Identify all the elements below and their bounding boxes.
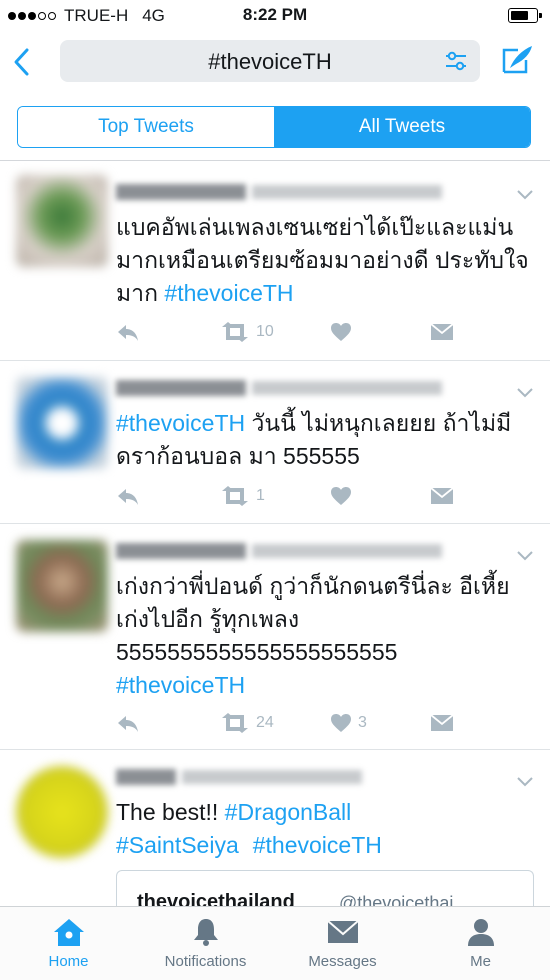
filter-icon[interactable] [444, 50, 468, 72]
like-count: 3 [358, 714, 367, 731]
envelope-icon [326, 920, 359, 943]
tweet-text: The best!! #DragonBall #SaintSeiya #thevoi… [116, 799, 382, 858]
chevron-down-icon[interactable] [516, 387, 534, 399]
reply-button[interactable] [116, 319, 140, 345]
chevron-down-icon[interactable] [516, 550, 534, 562]
hashtag-link[interactable]: #thevoiceTH [116, 672, 245, 698]
clock: 8:22 PM [242, 5, 308, 24]
search-field[interactable]: #thevoiceTH [60, 40, 480, 82]
compose-tweet-button[interactable] [500, 42, 536, 78]
tweet-actions: 1 [116, 483, 536, 509]
hashtag-link[interactable]: #DragonBall [225, 799, 352, 825]
envelope-icon [430, 487, 454, 504]
hashtag-link[interactable]: #SaintSeiya [116, 832, 239, 858]
person-icon [467, 919, 494, 946]
reply-icon [118, 325, 138, 341]
avatar[interactable] [16, 377, 108, 469]
tweet-author[interactable] [116, 540, 442, 562]
battery-icon [508, 8, 542, 23]
tab-me[interactable]: Me [412, 917, 549, 970]
tweet-actions: 24 3 [116, 710, 536, 736]
like-button[interactable]: 3 [330, 710, 367, 736]
avatar[interactable] [16, 175, 108, 267]
direct-message-button[interactable] [430, 319, 454, 345]
bottom-tab-bar: Home Notifications Messages Me [0, 906, 550, 980]
tweet-card[interactable]: #thevoiceTH วันนี้ ไม่หนุกเลยยย ถ้าไม่มี… [0, 361, 550, 524]
tab-all-tweets[interactable]: All Tweets [274, 107, 530, 147]
hashtag-link[interactable]: #thevoiceTH [164, 280, 293, 306]
chevron-down-icon[interactable] [516, 776, 534, 788]
retweet-icon [222, 713, 248, 733]
tweet-actions: 10 [116, 319, 536, 345]
avatar[interactable] [16, 540, 108, 632]
tweet-text: แบคอัพเล่นเพลงเซนเซย่าได้เป๊ะและแม่นมากเ… [116, 214, 529, 306]
retweet-button[interactable]: 24 [220, 710, 274, 736]
heart-icon [331, 323, 351, 341]
compose-icon [502, 46, 532, 74]
retweet-count: 10 [256, 323, 274, 340]
reply-button[interactable] [116, 483, 140, 509]
retweet-icon [222, 322, 248, 342]
tweet-author[interactable] [116, 181, 442, 203]
retweet-count: 1 [256, 487, 265, 504]
envelope-icon [430, 714, 454, 731]
tweet-card[interactable]: แบคอัพเล่นเพลงเซนเซย่าได้เป๊ะและแม่นมากเ… [0, 161, 550, 361]
retweet-button[interactable]: 1 [220, 483, 265, 509]
tweet-card[interactable]: เก่งกว่าพี่ปอนด์ กูว่าก็นักดนตรีนี่ละ อี… [0, 524, 550, 750]
search-query[interactable]: #thevoiceTH [60, 49, 480, 75]
home-icon [53, 919, 84, 946]
like-button[interactable] [330, 319, 358, 345]
bell-icon [193, 919, 218, 946]
tab-messages[interactable]: Messages [274, 917, 411, 970]
reply-icon [118, 489, 138, 505]
chevron-left-icon [14, 48, 29, 76]
status-bar: TRUE-H 4G 8:22 PM [0, 0, 550, 32]
tweet-author[interactable] [116, 377, 442, 399]
chevron-down-icon[interactable] [516, 189, 534, 201]
retweet-count: 24 [256, 714, 274, 731]
tab-notifications-label: Notifications [164, 953, 247, 970]
back-button[interactable] [6, 42, 36, 82]
tab-me-label: Me [470, 953, 491, 970]
envelope-icon [430, 323, 454, 340]
tweet-text: เก่งกว่าพี่ปอนด์ กูว่าก็นักดนตรีนี่ละ อี… [116, 573, 510, 698]
tab-home-label: Home [48, 953, 89, 970]
tweet-author[interactable] [116, 766, 362, 788]
reply-icon [118, 716, 138, 732]
tab-home[interactable]: Home [0, 917, 137, 970]
hashtag-link[interactable]: #thevoiceTH [253, 832, 382, 858]
direct-message-button[interactable] [430, 710, 454, 736]
tweet-filter-segment: Top Tweets All Tweets [17, 106, 531, 148]
direct-message-button[interactable] [430, 483, 454, 509]
tweet-text: #thevoiceTH วันนี้ ไม่หนุกเลยยย ถ้าไม่มี… [116, 410, 512, 469]
tab-notifications[interactable]: Notifications [137, 917, 274, 970]
heart-icon [331, 714, 351, 732]
tab-messages-label: Messages [308, 953, 377, 970]
reply-button[interactable] [116, 710, 140, 736]
heart-icon [331, 487, 351, 505]
hashtag-link[interactable]: #thevoiceTH [116, 410, 245, 436]
retweet-button[interactable]: 10 [220, 319, 274, 345]
like-button[interactable] [330, 483, 358, 509]
avatar[interactable] [16, 766, 108, 858]
tab-top-tweets[interactable]: Top Tweets [18, 107, 274, 147]
retweet-icon [222, 486, 248, 506]
